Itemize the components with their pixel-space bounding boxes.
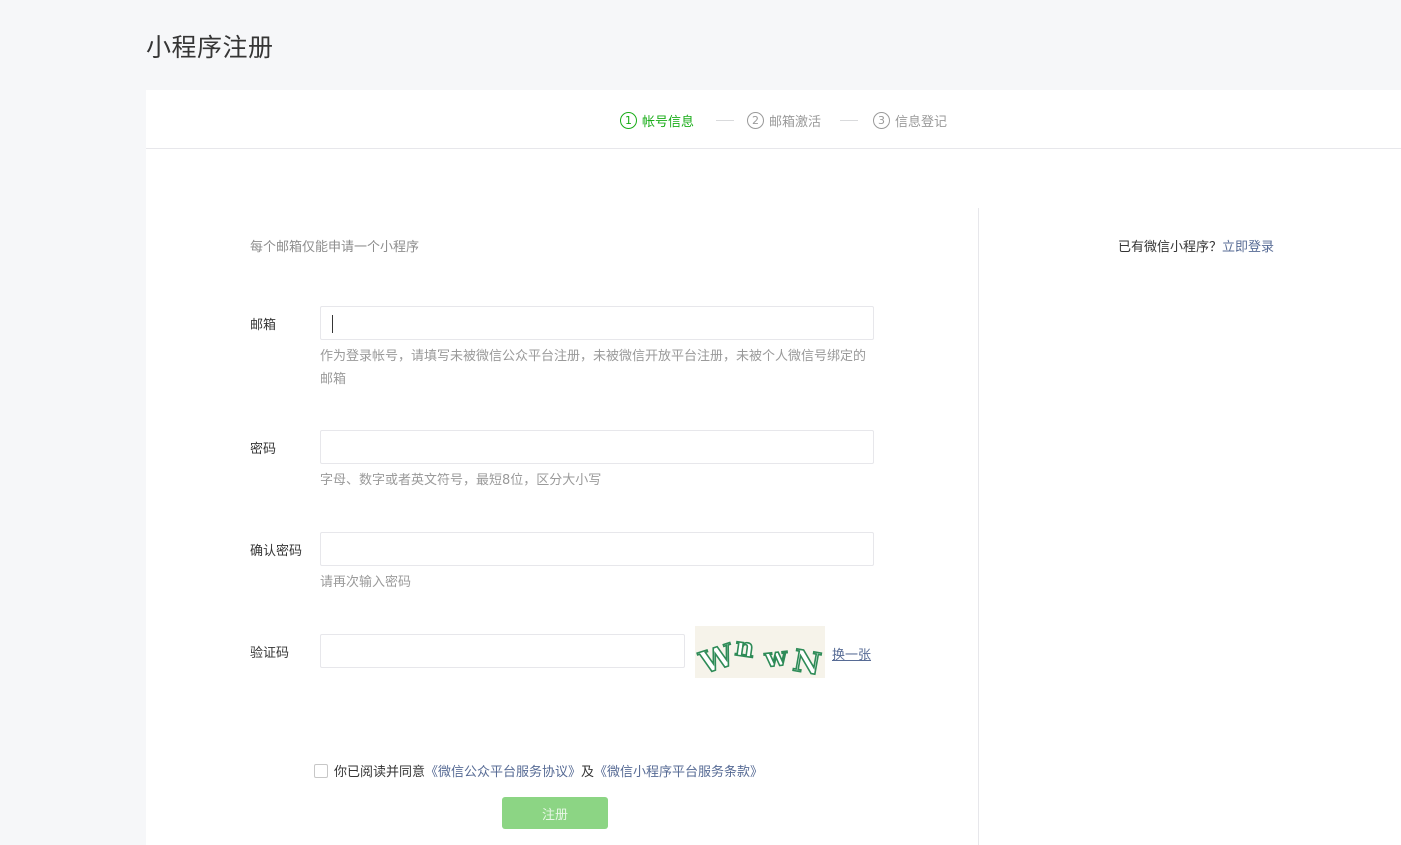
step-indicator: 1 帐号信息 2 邮箱激活 3 信息登记 — [146, 90, 1401, 149]
step-account-info: 1 帐号信息 — [620, 110, 694, 130]
confirm-password-label: 确认密码 — [250, 544, 303, 559]
login-prompt: 已有微信小程序？立即登录 — [1118, 236, 1274, 255]
email-hint: 作为登录帐号，请填写未被微信公众平台注册，未被微信开放平台注册，未被个人微信号绑… — [320, 349, 867, 387]
step-email-activation: 2 邮箱激活 — [747, 110, 821, 130]
svg-text:N: N — [790, 644, 823, 678]
step-label: 信息登记 — [895, 114, 948, 130]
refresh-captcha-link[interactable]: 换一张 — [832, 644, 871, 663]
captcha-field[interactable] — [320, 634, 685, 668]
form-tip: 每个邮箱仅能申请一个小程序 — [250, 240, 420, 255]
email-field[interactable] — [320, 306, 874, 340]
platform-agreement-link[interactable]: 《微信公众平台服务协议》 — [425, 761, 581, 780]
agreement-row: 你已阅读并同意 《微信公众平台服务协议》 及 《微信小程序平台服务条款》 — [314, 761, 763, 780]
svg-text:w: w — [762, 642, 789, 674]
captcha-label: 验证码 — [250, 646, 290, 661]
page-title: 小程序注册 — [146, 33, 274, 62]
confirm-password-hint: 请再次输入密码 — [320, 575, 412, 590]
step-number: 2 — [747, 111, 764, 129]
register-card: 1 帐号信息 2 邮箱激活 3 信息登记 每个邮箱仅能申请一个小程序 已有微信小… — [146, 90, 1401, 845]
step-number: 1 — [620, 111, 637, 129]
agreement-prefix: 你已阅读并同意 — [334, 765, 426, 780]
agreement-checkbox[interactable] — [314, 763, 328, 778]
vertical-divider — [978, 208, 979, 845]
captcha-image[interactable]: W n w N — [694, 626, 825, 684]
captcha-glyphs: W n w N — [694, 631, 824, 683]
miniprogram-terms-link[interactable]: 《微信小程序平台服务条款》 — [594, 761, 763, 780]
password-hint: 字母、数字或者英文符号，最短8位，区分大小写 — [320, 473, 602, 488]
password-label: 密码 — [250, 442, 277, 457]
confirm-password-field[interactable] — [320, 532, 874, 566]
login-question: 已有微信小程序？ — [1118, 240, 1223, 255]
step-info-registration: 3 信息登记 — [873, 110, 947, 130]
step-label: 邮箱激活 — [769, 114, 822, 130]
step-separator — [840, 120, 858, 121]
agreement-middle: 及 — [581, 765, 595, 780]
svg-text:n: n — [733, 632, 756, 664]
step-separator — [716, 120, 734, 121]
text-caret — [332, 315, 333, 333]
step-number: 3 — [873, 111, 890, 129]
email-label: 邮箱 — [250, 318, 277, 333]
step-label: 帐号信息 — [642, 114, 695, 130]
login-link[interactable]: 立即登录 — [1222, 240, 1274, 255]
password-field[interactable] — [320, 430, 874, 464]
register-button[interactable]: 注册 — [502, 797, 608, 829]
